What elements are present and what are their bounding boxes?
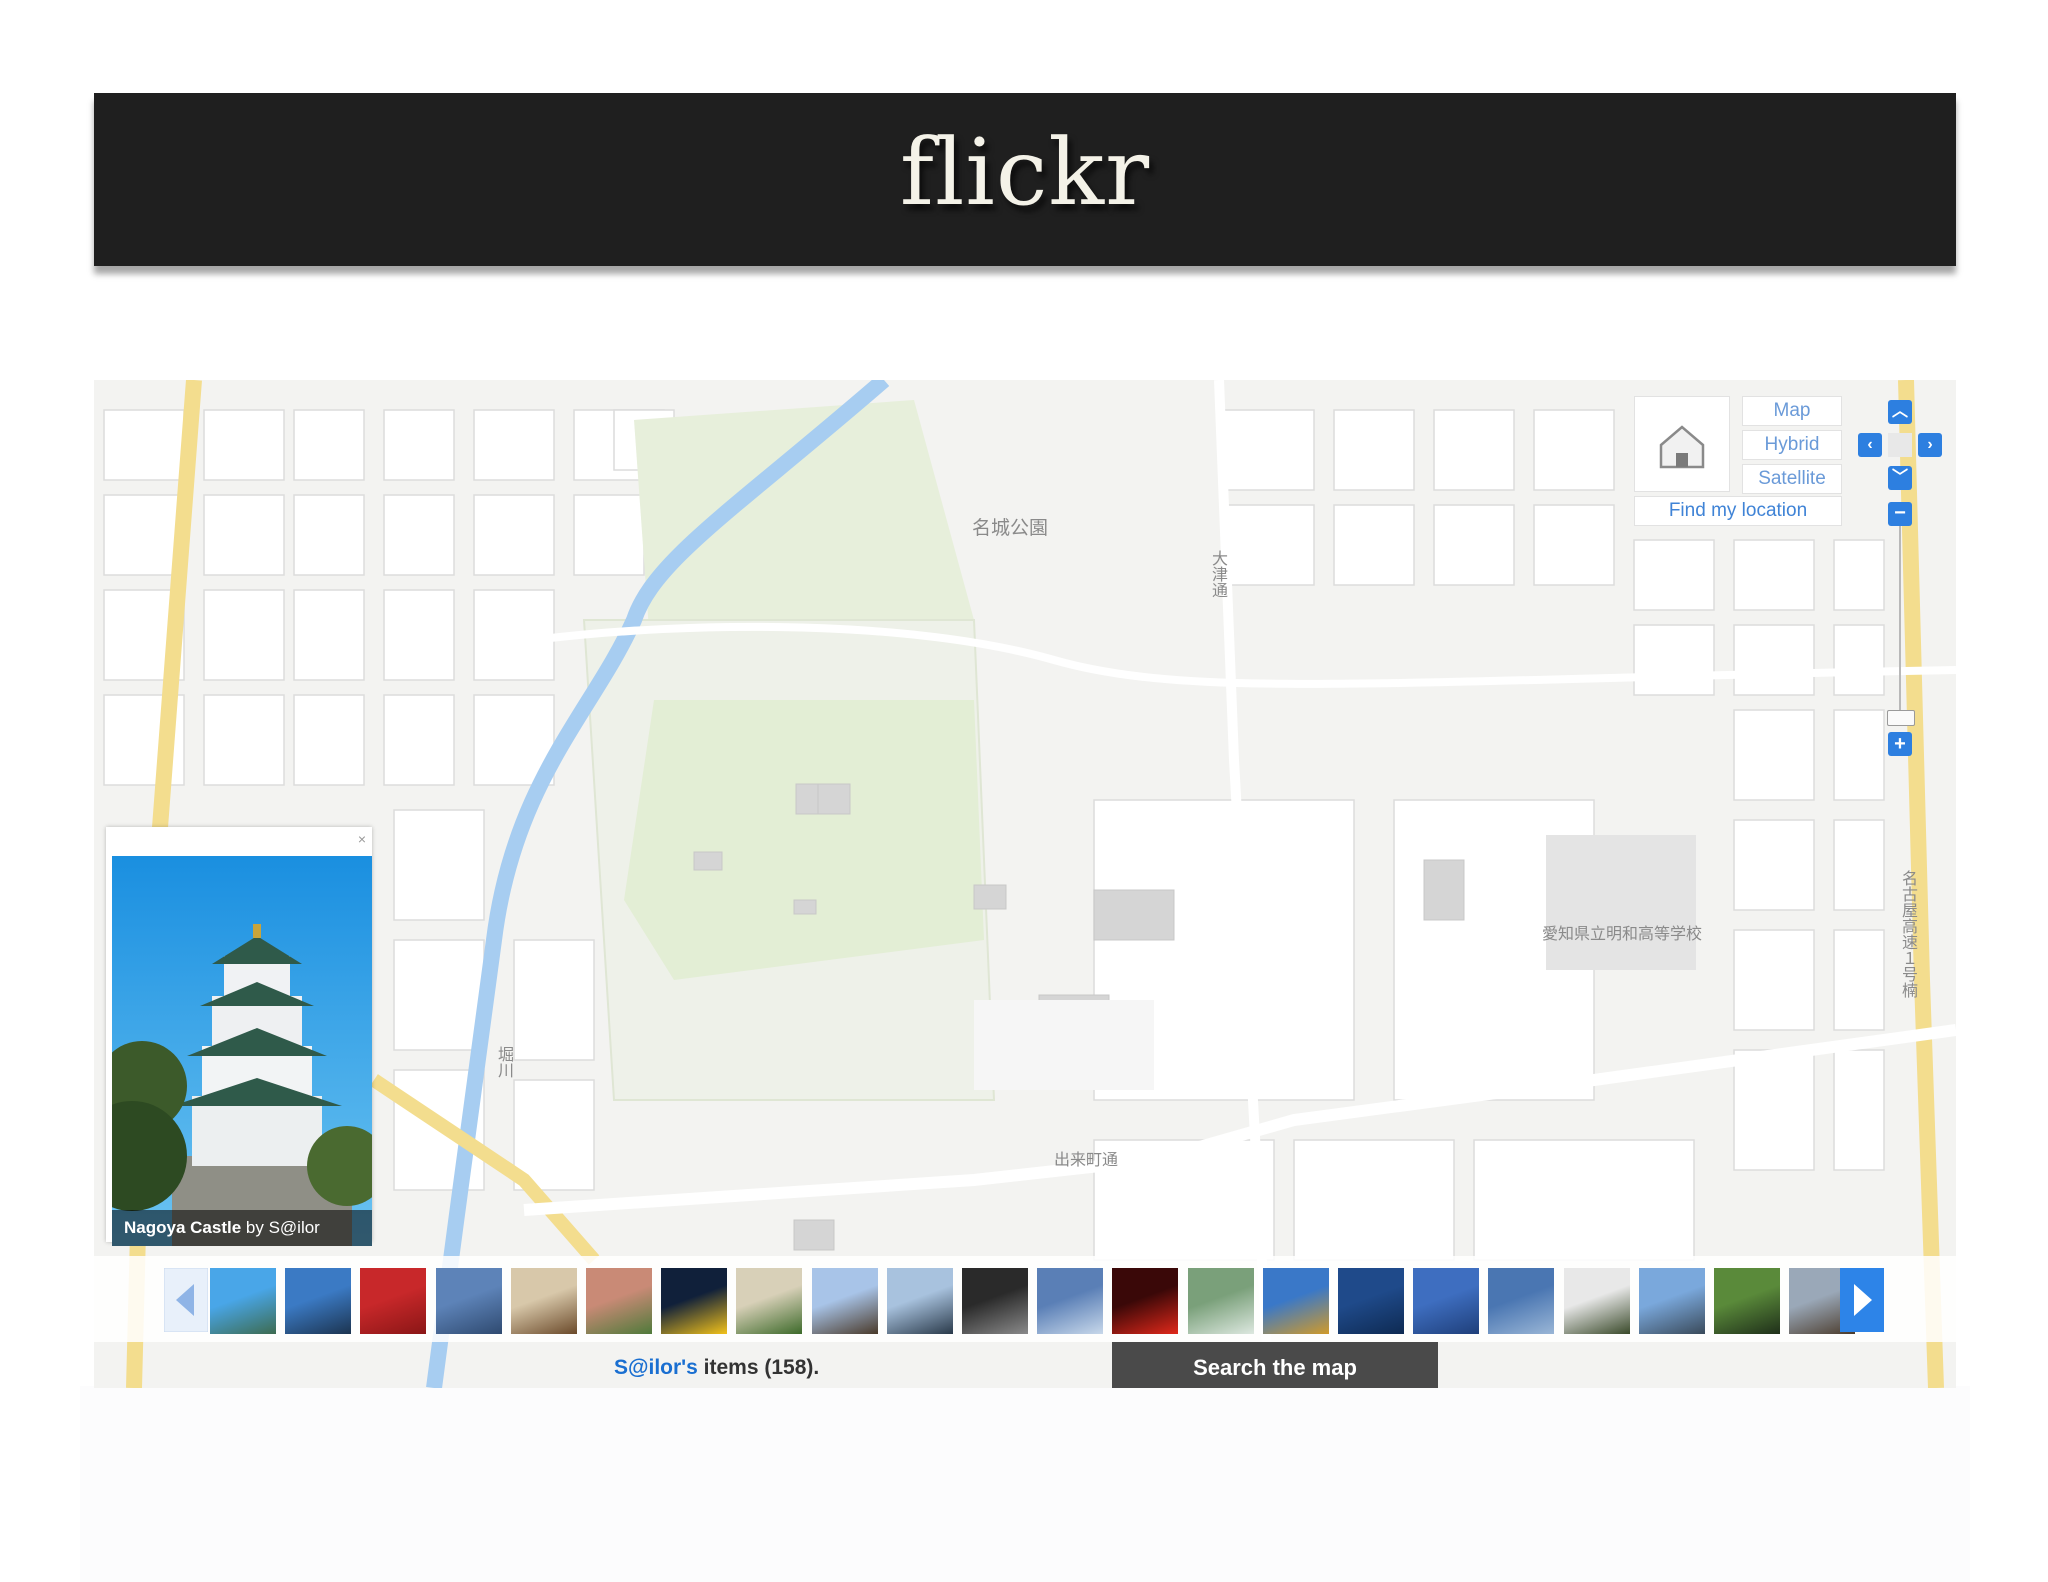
thumbnail-9[interactable] bbox=[811, 1268, 878, 1334]
filmstrip-prev-button[interactable] bbox=[164, 1268, 208, 1332]
thumbnail-13[interactable] bbox=[1112, 1268, 1179, 1334]
home-icon bbox=[1659, 425, 1705, 469]
chevron-up-icon: ︿ bbox=[1891, 403, 1908, 420]
thumbnail-14[interactable] bbox=[1187, 1268, 1254, 1334]
river-label: 堀川 bbox=[495, 1046, 514, 1078]
thumbnail-16[interactable] bbox=[1338, 1268, 1404, 1334]
pan-down-button[interactable]: ﹀ bbox=[1888, 466, 1912, 490]
thumbnail-21[interactable] bbox=[1714, 1268, 1780, 1334]
chevron-down-icon: ﹀ bbox=[1891, 469, 1908, 486]
zoom-slider-track[interactable] bbox=[1899, 526, 1901, 716]
plus-icon: + bbox=[1894, 733, 1906, 755]
thumbnail-1[interactable] bbox=[210, 1268, 276, 1334]
minus-icon: − bbox=[1894, 502, 1906, 524]
photo-title[interactable]: Nagoya Castle bbox=[124, 1218, 241, 1237]
photo-filmstrip bbox=[94, 1256, 1956, 1342]
thumbnail-19[interactable] bbox=[1563, 1268, 1630, 1334]
zoom-out-button[interactable]: − bbox=[1888, 502, 1912, 526]
map-type-hybrid-button[interactable]: Hybrid bbox=[1742, 430, 1842, 460]
map-status-bar: S@ilor's items (158). Search the map bbox=[94, 1342, 1956, 1388]
street-label: 出来町通 bbox=[1054, 1150, 1119, 1169]
map-type-satellite-button[interactable]: Satellite bbox=[1742, 464, 1842, 494]
thumbnail-6[interactable] bbox=[586, 1268, 652, 1334]
thumbnail-15[interactable] bbox=[1262, 1268, 1329, 1334]
thumbnail-5[interactable] bbox=[510, 1268, 577, 1334]
thumbnail-17[interactable] bbox=[1413, 1268, 1480, 1334]
castle-photo bbox=[112, 856, 372, 1246]
park-label: 名城公園 bbox=[972, 517, 1049, 539]
page-footer-area bbox=[80, 1386, 1970, 1582]
pan-left-button[interactable]: ‹ bbox=[1858, 433, 1882, 457]
thumbnail-4[interactable] bbox=[435, 1268, 502, 1334]
school-label: 愛知県立明和高等学校 bbox=[1542, 924, 1703, 943]
items-user-link[interactable]: S@ilor's bbox=[614, 1356, 698, 1379]
expressway-label: 名古屋高速１号楠 bbox=[1899, 870, 1918, 998]
thumbnail-18[interactable] bbox=[1488, 1268, 1555, 1334]
chevron-left-icon: ‹ bbox=[1867, 436, 1873, 453]
search-the-map-button[interactable]: Search the map bbox=[1112, 1342, 1438, 1388]
thumbnail-2[interactable] bbox=[285, 1268, 352, 1334]
photo-author[interactable]: S@ilor bbox=[269, 1218, 320, 1237]
thumbnail-12[interactable] bbox=[1037, 1268, 1104, 1334]
thumbnail-3[interactable] bbox=[360, 1268, 427, 1334]
find-my-location-button[interactable]: Find my location bbox=[1634, 496, 1842, 526]
close-icon[interactable]: × bbox=[358, 831, 366, 847]
photo-popup[interactable]: × Nagoya Castle by S@ilor bbox=[106, 827, 372, 1246]
map-view[interactable]: 名城公園 愛知県立明和高等学校 出来町通 大津通 名古屋高速１号楠 堀川 Map… bbox=[94, 380, 1956, 1388]
flickr-logo: flickr bbox=[899, 119, 1151, 226]
items-count-text: items (158). bbox=[697, 1356, 820, 1379]
street-vertical-label: 大津通 bbox=[1209, 550, 1228, 598]
chevron-right-icon: › bbox=[1927, 436, 1933, 453]
thumbnail-8[interactable] bbox=[736, 1268, 803, 1334]
thumbnail-20[interactable] bbox=[1638, 1268, 1705, 1334]
home-button[interactable] bbox=[1634, 396, 1730, 492]
popup-caption: Nagoya Castle by S@ilor bbox=[112, 1210, 372, 1246]
items-count: S@ilor's items (158). bbox=[614, 1356, 819, 1380]
map-type-map-button[interactable]: Map bbox=[1742, 396, 1842, 426]
popup-photo[interactable]: Nagoya Castle by S@ilor bbox=[112, 856, 372, 1246]
pan-center bbox=[1888, 433, 1912, 457]
filmstrip-next-button[interactable] bbox=[1840, 1268, 1884, 1332]
header-bar: flickr bbox=[94, 93, 1956, 266]
caption-by: by bbox=[241, 1218, 269, 1237]
pan-up-button[interactable]: ︿ bbox=[1888, 400, 1912, 424]
zoom-in-button[interactable]: + bbox=[1888, 732, 1912, 756]
thumbnail-10[interactable] bbox=[886, 1268, 953, 1334]
thumbnail-11[interactable] bbox=[962, 1268, 1028, 1334]
pan-right-button[interactable]: › bbox=[1918, 433, 1942, 457]
zoom-slider-handle[interactable] bbox=[1887, 710, 1915, 726]
thumbnail-7[interactable] bbox=[661, 1268, 728, 1334]
